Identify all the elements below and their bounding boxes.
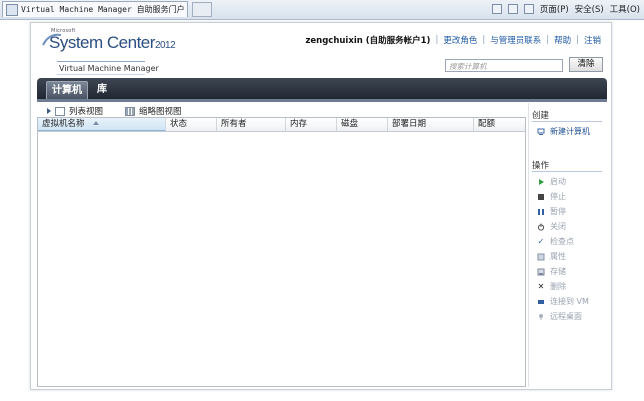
list-view-button[interactable]: 列表视图 (69, 105, 103, 117)
new-computer-icon (537, 128, 545, 136)
main-nav: 计算机 库 (37, 78, 607, 101)
browser-toolbar: Virtual Machine Manager 自助服务门户 页面(P) 安全(… (0, 0, 644, 20)
action-checkpoint[interactable]: ✓ 检查点 (537, 236, 574, 247)
user-nav: zengchuixin (自助服务帐户1) | 更改角色 | 与管理员联系 | … (305, 34, 601, 46)
contact-admin-link[interactable]: 与管理员联系 (490, 34, 541, 46)
action-panel: 创建 新建计算机 操作 启动 停止 暂停 关闭 ✓ 检查点 属性 存储 ✕ 删除… (528, 103, 608, 387)
clear-button[interactable]: 清除 (569, 57, 603, 72)
logo-underline (57, 74, 145, 75)
pause-icon (537, 208, 545, 216)
safety-menu[interactable]: 安全(S) (575, 3, 604, 15)
new-computer-action[interactable]: 新建计算机 (537, 126, 590, 137)
action-start[interactable]: 启动 (537, 176, 566, 187)
view-switch: 列表视图 缩略图视图 (47, 105, 182, 117)
new-computer-label: 新建计算机 (550, 127, 590, 136)
connect-icon (537, 298, 545, 306)
power-icon (537, 223, 545, 231)
page-menu[interactable]: 页面(P) (540, 3, 569, 15)
action-delete[interactable]: ✕ 删除 (537, 281, 566, 292)
section-divider (532, 171, 602, 172)
actions-section-title: 操作 (532, 161, 550, 171)
save-icon (537, 268, 545, 276)
action-remote-desktop[interactable]: 远程桌面 (537, 311, 582, 322)
tab-library[interactable]: 库 (92, 81, 112, 98)
column-quota[interactable]: 配额 (474, 118, 525, 131)
action-stop[interactable]: 停止 (537, 191, 566, 202)
page-favicon-icon (6, 3, 18, 16)
remote-desktop-icon (537, 313, 545, 321)
column-vm-name[interactable]: 虚拟机名称 (38, 118, 166, 131)
thumbnail-view-icon[interactable] (125, 106, 136, 116)
action-connect-vm[interactable]: 连接到 VM (537, 296, 589, 307)
user-name: zengchuixin (自助服务帐户1) (305, 36, 431, 46)
browser-tab-title: Virtual Machine Manager 自助服务门户 (21, 5, 185, 14)
stop-icon (537, 193, 545, 201)
browser-tab[interactable]: Virtual Machine Manager 自助服务门户 (2, 1, 188, 17)
create-section-title: 创建 (532, 111, 550, 121)
delete-icon: ✕ (537, 281, 545, 291)
expand-arrow-icon (47, 108, 51, 114)
separator: | (576, 35, 579, 45)
action-shutdown[interactable]: 关闭 (537, 221, 566, 232)
browser-command-bar: 页面(P) 安全(S) 工具(O) (491, 3, 640, 15)
column-memory[interactable]: 内存 (286, 118, 337, 131)
search-input[interactable]: 搜索计算机 (445, 59, 563, 72)
sort-ascending-icon (92, 121, 99, 125)
checkmark-icon: ✓ (537, 236, 545, 246)
home-icon[interactable] (491, 4, 502, 14)
separator: | (546, 35, 550, 45)
action-pause[interactable]: 暂停 (537, 206, 566, 217)
section-divider (532, 121, 602, 122)
action-properties[interactable]: 属性 (537, 251, 566, 262)
action-store[interactable]: 存储 (537, 266, 566, 277)
separator: | (482, 35, 486, 45)
thumbnail-view-button[interactable]: 缩略图视图 (139, 105, 182, 117)
column-owner[interactable]: 所有者 (217, 118, 286, 131)
tab-computers[interactable]: 计算机 (46, 81, 88, 99)
grid-header: 虚拟机名称 状态 所有者 内存 磁盘 部署日期 配额 (38, 118, 525, 132)
print-icon[interactable] (523, 4, 534, 14)
list-view-icon[interactable] (55, 106, 65, 116)
tools-menu[interactable]: 工具(O) (610, 3, 640, 15)
column-deploy-date[interactable]: 部署日期 (388, 118, 474, 131)
column-disk[interactable]: 磁盘 (337, 118, 388, 131)
feeds-icon[interactable] (507, 4, 518, 14)
column-status[interactable]: 状态 (166, 118, 217, 131)
logo-divider (57, 61, 145, 62)
properties-icon (537, 253, 545, 261)
separator: | (435, 35, 439, 45)
nav-underline (37, 99, 607, 102)
brand-name: System Center2012 (49, 33, 176, 52)
change-role-link[interactable]: 更改角色 (443, 34, 477, 46)
product-name: Virtual Machine Manager (59, 64, 159, 73)
new-tab-button[interactable] (192, 2, 212, 17)
vm-grid: 虚拟机名称 状态 所有者 内存 磁盘 部署日期 配额 (37, 117, 526, 387)
portal-frame: Microsoft System Center2012 Virtual Mach… (30, 22, 612, 390)
sign-out-link[interactable]: 注销 (584, 34, 601, 46)
play-icon (537, 178, 545, 186)
help-link[interactable]: 帮助 (554, 34, 571, 46)
